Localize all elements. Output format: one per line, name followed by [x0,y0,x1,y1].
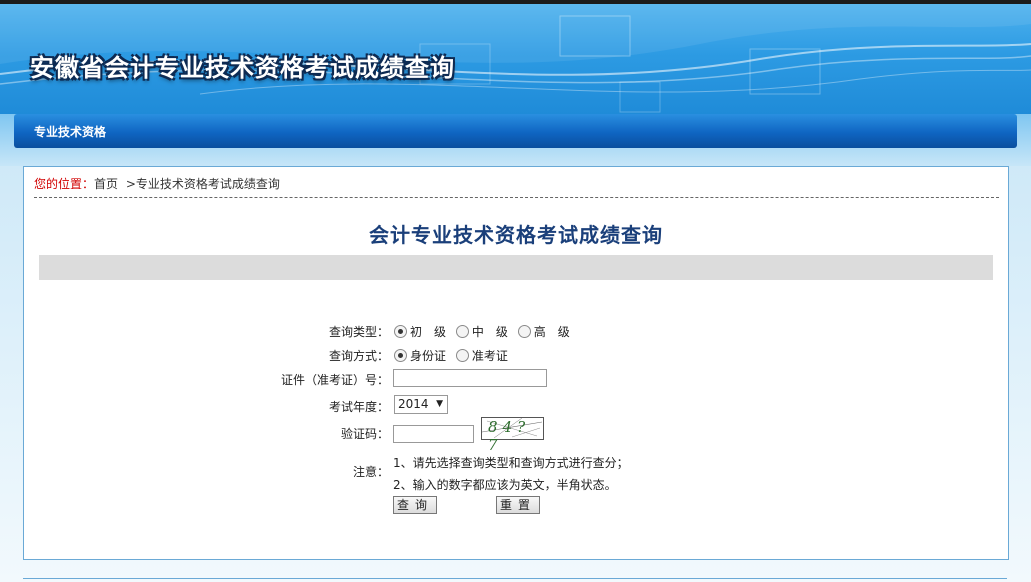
query-method-row: 查询方式： 身份证 准考证 [24,347,1008,363]
breadcrumb-current: 专业技术资格考试成绩查询 [135,177,280,191]
query-type-option-senior: 高 级 [533,325,570,339]
query-type-radio-junior[interactable] [394,325,407,338]
breadcrumb-separator: > [125,177,136,191]
grey-banner-bar [39,255,993,280]
query-method-radio-id-card[interactable] [394,349,407,362]
query-type-radio-intermediate[interactable] [455,325,469,338]
header-banner: 安徽省会计专业技术资格考试成绩查询 [0,4,1031,114]
submit-button[interactable]: 查询 [393,496,437,514]
captcha-label: 验证码： [340,427,389,441]
exam-year-row: 考试年度： [24,398,1008,414]
breadcrumb: 您的位置：首页 >专业技术资格考试成绩查询 [34,175,280,192]
note-text: 1、请先选择查询类型和查询方式进行查分； 2、输入的数字都应该为英文，半角状态。 [393,452,629,496]
query-method-radio-admission-ticket[interactable] [455,349,469,362]
divider [34,197,999,198]
reset-button[interactable]: 重置 [496,496,540,514]
query-type-radio-senior[interactable] [517,325,531,338]
exam-year-select[interactable]: 2014 ▼ [394,395,448,414]
captcha-input[interactable] [393,425,474,443]
breadcrumb-home-link[interactable]: 首页 [94,177,118,191]
query-method-option-id-card: 身份证 [410,349,447,363]
query-type-option-junior: 初 级 [410,325,447,339]
captcha-image[interactable]: 84?7 [481,417,544,454]
exam-year-label: 考试年度： [328,400,389,414]
query-type-option-intermediate: 中 级 [471,325,508,339]
id-number-label: 证件（准考证）号： [280,373,389,387]
id-number-input[interactable] [393,369,547,387]
content-panel: 您的位置：首页 >专业技术资格考试成绩查询 会计专业技术资格考试成绩查询 查询类… [23,166,1009,560]
nav-item-professional-qualification[interactable]: 专业技术资格 [34,123,106,140]
query-method-label: 查询方式： [328,349,389,363]
query-method-option-admission-ticket: 准考证 [471,349,508,363]
footer-divider [23,578,1007,579]
note-label: 注意： [352,465,389,479]
main-navbar: 专业技术资格 [14,114,1017,148]
exam-year-value: 2014 [398,397,429,411]
note-line-2: 2、输入的数字都应该为英文，半角状态。 [393,478,617,492]
captcha-text: 84?7 [488,418,531,454]
dropdown-arrow-icon: ▼ [436,399,443,409]
page-title: 会计专业技术资格考试成绩查询 [369,223,663,247]
site-title: 安徽省会计专业技术资格考试成绩查询 [30,54,455,82]
note-line-1: 1、请先选择查询类型和查询方式进行查分； [393,456,629,470]
nav-area: 专业技术资格 [0,114,1031,166]
query-type-row: 查询类型： 初 级 中 级 高 级 [24,323,1008,339]
breadcrumb-label: 您的位置： [34,177,95,191]
query-type-label: 查询类型： [328,325,389,339]
